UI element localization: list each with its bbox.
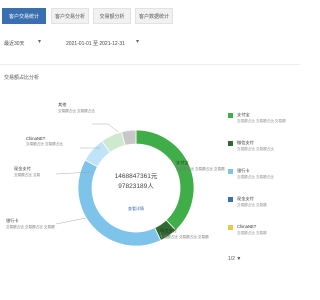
total-customers: 97823189人 bbox=[118, 183, 154, 190]
legend-item-alipay[interactable]: 支付宝 交易额占比 交易额占比 交易额 bbox=[228, 112, 300, 132]
legend-label: 支付宝 bbox=[237, 112, 250, 117]
chevron-down-icon[interactable]: ▾ bbox=[136, 38, 139, 45]
legend-label: ChinaNET bbox=[237, 224, 257, 229]
callout-detail: 交易额占比 交易额占比 交易额 bbox=[160, 235, 209, 239]
callout-detail: 交易额占比 交易额占比 bbox=[26, 142, 63, 146]
legend-swatch bbox=[228, 169, 233, 174]
tab-customer-data-stats[interactable]: 客户数据统计 bbox=[135, 8, 173, 24]
legend-detail: 交易额占比 交易额占比 交易额 bbox=[237, 119, 286, 123]
legend-label: 现金支付 bbox=[237, 196, 254, 201]
callout-label: 现金支付 bbox=[14, 166, 31, 171]
legend-swatch bbox=[228, 225, 233, 230]
callout-alipay: 支付宝 交易额占比 交易额占比 交易额 bbox=[176, 160, 225, 172]
callout-bankcard: 银行卡 交易额占比 交易额占比 交易额 bbox=[6, 218, 55, 230]
callout-other: 其他 交易额占比 交易额占比 bbox=[58, 102, 95, 114]
donut-chart: 1468847361元 97823189人 查看详情 其他 交易额占比 交易额占… bbox=[0, 88, 225, 300]
callout-label: 支付宝 bbox=[176, 160, 189, 165]
chevron-down-icon[interactable]: ▾ bbox=[38, 38, 41, 45]
legend-item-wechat[interactable]: 微信支付 交易额占比 交易额占比 bbox=[228, 140, 300, 160]
legend-label: 微信支付 bbox=[237, 140, 254, 145]
callout-detail: 交易额占比 交易额占比 交易额 bbox=[6, 225, 55, 229]
legend-item-chinanet[interactable]: ChinaNET 交易额占比 交易额 bbox=[228, 224, 300, 244]
callout-label: 微信支付 bbox=[160, 228, 177, 233]
callout-wechat: 微信支付 交易额占比 交易额占比 交易额 bbox=[160, 228, 209, 240]
divider bbox=[0, 64, 300, 65]
date-range-picker[interactable]: 2021-01-01 至 2021-12-31 bbox=[66, 40, 125, 47]
tab-trade-amount-analysis[interactable]: 交易额分析 bbox=[93, 8, 131, 24]
section-title: 交易额占比分析 bbox=[4, 75, 40, 81]
callout-detail: 交易额占比 交易额占比 交易额 bbox=[176, 167, 225, 171]
tab-customer-trade-analysis[interactable]: 客户交易分析 bbox=[51, 8, 89, 24]
filter-row: 最近30天 ▾ 2021-01-01 至 2021-12-31 ▾ bbox=[4, 38, 296, 50]
legend-pager[interactable]: 1/2 ▼ bbox=[228, 256, 241, 262]
view-details-link[interactable]: 查看详情 bbox=[96, 206, 176, 212]
tab-bar: 客户交易统计 客户交易分析 交易额分析 客户数据统计 bbox=[0, 8, 300, 26]
legend-swatch bbox=[228, 113, 233, 118]
callout-label: 其他 bbox=[58, 102, 67, 107]
callout-cash: 现金支付 交易额占比 交易 bbox=[14, 166, 40, 178]
legend-detail: 交易额占比 交易额占比 bbox=[237, 175, 274, 179]
legend-item-bankcard[interactable]: 银行卡 交易额占比 交易额占比 bbox=[228, 168, 300, 188]
legend-item-cash[interactable]: 现金支付 交易额占比 交易额 bbox=[228, 196, 300, 216]
donut-chart-svg bbox=[55, 123, 195, 247]
callout-label: ChinaNET bbox=[26, 136, 46, 141]
total-amount: 1468847361元 bbox=[114, 173, 158, 180]
callout-chinanet: ChinaNET 交易额占比 交易额占比 bbox=[26, 136, 63, 147]
range-select[interactable]: 最近30天 bbox=[4, 40, 25, 47]
legend-swatch bbox=[228, 197, 233, 202]
tab-customer-trade-stats[interactable]: 客户交易统计 bbox=[2, 8, 46, 24]
legend-detail: 交易额占比 交易额 bbox=[237, 203, 267, 207]
callout-detail: 交易额占比 交易 bbox=[14, 173, 41, 177]
callout-detail: 交易额占比 交易额占比 bbox=[58, 109, 95, 113]
leader-line bbox=[55, 217, 87, 225]
legend-label: 银行卡 bbox=[237, 168, 250, 173]
legend-detail: 交易额占比 交易额 bbox=[237, 231, 267, 235]
legend-detail: 交易额占比 交易额占比 bbox=[237, 147, 274, 151]
legend-swatch bbox=[228, 141, 233, 146]
leader-line bbox=[92, 123, 119, 133]
callout-label: 银行卡 bbox=[6, 218, 19, 223]
